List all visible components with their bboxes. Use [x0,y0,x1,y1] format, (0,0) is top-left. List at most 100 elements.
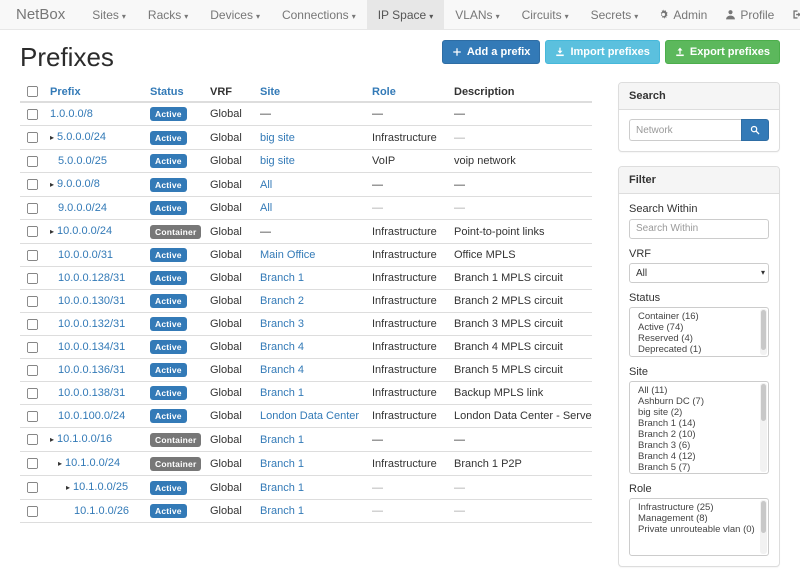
row-checkbox[interactable] [27,226,38,237]
row-checkbox[interactable] [27,319,38,330]
import-prefixes-button[interactable]: Import prefixes [545,40,659,64]
row-checkbox[interactable] [27,296,38,307]
prefix-link[interactable]: 10.0.0.138/31 [58,387,125,399]
site-link[interactable]: Branch 1 [260,434,304,446]
site-link[interactable]: Main Office [260,249,315,261]
list-option[interactable]: Management (8) [630,513,768,524]
list-option[interactable]: Deprecated (1) [630,344,768,355]
list-option[interactable]: Container (16) [630,311,768,322]
sort-link-status[interactable]: Status [150,86,184,98]
row-checkbox[interactable] [27,250,38,261]
list-option[interactable]: Branch 1 (14) [630,418,768,429]
row-checkbox[interactable] [27,203,38,214]
row-checkbox[interactable] [27,109,38,120]
list-option[interactable]: Branch 2 (10) [630,429,768,440]
scrollbar-thumb[interactable] [761,310,766,350]
prefix-link[interactable]: 1.0.0.0/8 [50,108,93,120]
brand-logo[interactable]: NetBox [0,0,81,29]
prefix-link[interactable]: 10.0.0.130/31 [58,295,125,307]
prefix-link[interactable]: 10.1.0.0/25 [73,481,128,493]
prefix-link[interactable]: 10.0.0.132/31 [58,318,125,330]
nav-item-sites[interactable]: Sites▾ [81,0,137,29]
nav-item-vlans[interactable]: VLANs▾ [444,0,510,29]
nav-admin[interactable]: Admin [649,0,716,29]
scrollbar[interactable] [760,500,767,554]
scrollbar-thumb[interactable] [761,501,766,533]
export-prefixes-button[interactable]: Export prefixes [665,40,780,64]
site-link[interactable]: Branch 1 [260,272,304,284]
prefix-link[interactable]: 10.1.0.0/26 [74,505,129,517]
row-checkbox[interactable] [27,388,38,399]
list-option[interactable]: All (11) [630,385,768,396]
prefix-link[interactable]: 9.0.0.0/24 [58,202,107,214]
list-option[interactable]: Branch 4 (12) [630,451,768,462]
row-checkbox[interactable] [27,434,38,445]
scrollbar[interactable] [760,309,767,355]
row-checkbox[interactable] [27,132,38,143]
row-checkbox[interactable] [27,156,38,167]
row-checkbox[interactable] [27,482,38,493]
search-within-input[interactable] [629,219,769,239]
row-checkbox[interactable] [27,506,38,517]
scrollbar-thumb[interactable] [761,384,766,421]
list-option[interactable]: Active (74) [630,322,768,333]
site-link[interactable]: Branch 1 [260,458,304,470]
nav-item-devices[interactable]: Devices▾ [199,0,271,29]
site-link[interactable]: Branch 1 [260,482,304,494]
site-link[interactable]: Branch 3 [260,318,304,330]
search-button[interactable] [741,119,769,141]
prefix-link[interactable]: 9.0.0.0/8 [57,178,100,190]
site-link[interactable]: London Data Center [260,410,359,422]
site-link[interactable]: Branch 4 [260,341,304,353]
row-checkbox[interactable] [27,179,38,190]
prefix-link[interactable]: 10.0.0.0/24 [57,225,112,237]
list-option[interactable]: Reserved (4) [630,333,768,344]
site-listbox[interactable]: All (11)Ashburn DC (7)big site (2)Branch… [629,381,769,474]
nav-item-ip-space[interactable]: IP Space▾ [367,0,445,29]
sort-link-site[interactable]: Site [260,86,280,98]
role-listbox[interactable]: Infrastructure (25)Management (8)Private… [629,498,769,556]
select-all-checkbox[interactable] [27,86,38,97]
list-option[interactable]: Ashburn DC (7) [630,396,768,407]
prefix-link[interactable]: 10.0.0.136/31 [58,364,125,376]
row-checkbox[interactable] [27,365,38,376]
prefix-link[interactable]: 10.0.0.128/31 [58,272,125,284]
site-link[interactable]: All [260,179,272,191]
prefix-link[interactable]: 10.0.100.0/24 [58,410,125,422]
row-checkbox[interactable] [27,342,38,353]
nav-item-circuits[interactable]: Circuits▾ [511,0,580,29]
scrollbar[interactable] [760,383,767,472]
row-checkbox[interactable] [27,411,38,422]
row-checkbox[interactable] [27,273,38,284]
prefix-link[interactable]: 5.0.0.0/25 [58,155,107,167]
add-a-prefix-button[interactable]: Add a prefix [442,40,541,64]
search-input[interactable] [629,119,741,141]
list-option[interactable]: Branch 3 (6) [630,440,768,451]
prefix-link[interactable]: 5.0.0.0/24 [57,131,106,143]
list-option[interactable]: Branch 5 (7) [630,462,768,473]
prefix-link[interactable]: 10.1.0.0/24 [65,457,120,469]
site-link[interactable]: big site [260,132,295,144]
site-link[interactable]: Branch 1 [260,505,304,517]
site-link[interactable]: big site [260,155,295,167]
list-option[interactable]: COLO-1-24 (2) [630,473,768,474]
nav-item-racks[interactable]: Racks▾ [137,0,199,29]
list-option[interactable]: Infrastructure (25) [630,502,768,513]
sort-link-prefix[interactable]: Prefix [50,86,81,98]
row-checkbox[interactable] [27,458,38,469]
list-option[interactable]: Private unrouteable vlan (0) [630,524,768,535]
prefix-link[interactable]: 10.0.0.0/31 [58,249,113,261]
prefix-link[interactable]: 10.1.0.0/16 [57,433,112,445]
site-link[interactable]: Branch 4 [260,364,304,376]
site-link[interactable]: All [260,202,272,214]
nav-profile[interactable]: Profile [716,0,783,29]
nav-item-secrets[interactable]: Secrets▾ [580,0,650,29]
nav-log-out[interactable]: Log out [783,0,800,29]
sort-link-role[interactable]: Role [372,86,396,98]
prefix-link[interactable]: 10.0.0.134/31 [58,341,125,353]
status-listbox[interactable]: Container (16)Active (74)Reserved (4)Dep… [629,307,769,357]
vrf-select[interactable]: All [629,263,769,283]
nav-item-connections[interactable]: Connections▾ [271,0,367,29]
list-option[interactable]: big site (2) [630,407,768,418]
site-link[interactable]: Branch 2 [260,295,304,307]
